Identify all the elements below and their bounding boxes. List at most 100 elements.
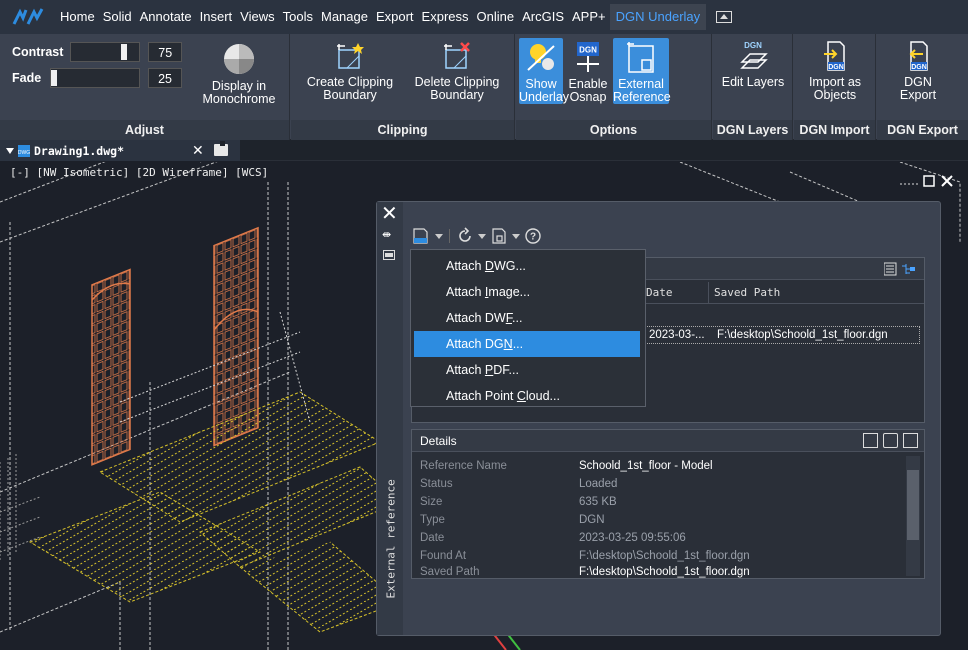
detail-row-size: Size 635 KB: [420, 496, 910, 512]
autohide-icon[interactable]: ⇼: [382, 228, 391, 241]
attach-icon[interactable]: [411, 227, 431, 245]
detail-row-date: Date 2023-03-25 09:55:06: [420, 532, 910, 548]
toolbar-separator: [449, 229, 450, 243]
edit-layers-button[interactable]: DGN Edit Layers: [719, 40, 787, 89]
viewport-controls-label[interactable]: [-] [NW Isometric] [2D Wireframe] [WCS]: [10, 166, 268, 179]
svg-text:DGN: DGN: [744, 41, 762, 50]
menu-insert[interactable]: Insert: [196, 4, 237, 30]
document-tab-bar: DWG Drawing1.dwg* ✕: [0, 140, 968, 161]
menu-attach-dgn[interactable]: Attach DGN...: [414, 331, 640, 357]
detail-key: Reference Name: [420, 460, 507, 472]
contrast-slider[interactable]: [69, 42, 141, 62]
menu-app-plus[interactable]: APP+: [568, 4, 610, 30]
shelf-elements: [0, 454, 41, 562]
import-as-objects-button[interactable]: DGN Import as Objects: [798, 40, 872, 102]
row-date: 2023-03-...: [649, 329, 705, 341]
detail-key: Found At: [420, 550, 467, 562]
svg-text:DGN: DGN: [828, 64, 844, 71]
detail-value[interactable]: Schoold_1st_floor - Model: [579, 460, 713, 472]
create-clipping-button[interactable]: Create Clipping Boundary: [297, 40, 403, 102]
dgn-import-title: DGN Import: [794, 120, 875, 140]
dgn-layers-panel: DGN Edit Layers DGN Layers: [713, 34, 793, 140]
preview-icon[interactable]: [883, 433, 898, 448]
monochrome-label: Display in Monochrome: [202, 79, 276, 106]
menu-manage[interactable]: Manage: [317, 4, 372, 30]
delete-clipping-button[interactable]: Delete Clipping Boundary: [403, 40, 511, 102]
menu-home[interactable]: Home: [56, 4, 99, 30]
menu-annotate[interactable]: Annotate: [136, 4, 196, 30]
view-toggle-icons[interactable]: [884, 262, 918, 276]
clipping-title: Clipping: [291, 120, 514, 140]
enable-osnap-label: Enable Osnap: [568, 77, 608, 104]
detail-value: F:\desktop\Schoold_1st_floor.dgn: [579, 550, 750, 562]
osnap-icon: DGN: [577, 42, 599, 72]
menu-attach-pdf[interactable]: Attach PDF...: [411, 357, 645, 383]
adjust-panel: Contrast 75 Fade 25 Display in Monochrom…: [0, 34, 290, 140]
menu-attach-point-cloud[interactable]: Attach Point Cloud...: [411, 383, 645, 409]
details-scrollbar[interactable]: [906, 456, 920, 576]
tab-menu-icon[interactable]: [6, 147, 14, 154]
adjust-title: Adjust: [0, 120, 289, 140]
viewcube-icon: [900, 175, 953, 187]
dgn-export-button[interactable]: DGN DGN Export: [887, 40, 949, 102]
details-title: Details: [420, 434, 457, 448]
menu-arcgis[interactable]: ArcGIS: [518, 4, 568, 30]
app-logo[interactable]: [0, 0, 56, 34]
palette-titlebar[interactable]: ✕ ⇼ External reference: [377, 202, 403, 635]
refresh-dropdown-icon[interactable]: [478, 233, 486, 239]
collapse-details-icon[interactable]: [903, 433, 918, 448]
menu-online[interactable]: Online: [473, 4, 519, 30]
refresh-icon[interactable]: [456, 227, 474, 245]
menu-attach-dwf[interactable]: Attach DWF...: [411, 305, 645, 331]
menu-views[interactable]: Views: [236, 4, 278, 30]
new-tab-icon[interactable]: [214, 141, 228, 156]
contrast-value[interactable]: 75: [148, 42, 182, 62]
details-list-icon[interactable]: [863, 433, 878, 448]
column-saved-path[interactable]: Saved Path: [714, 286, 780, 299]
show-underlay-button[interactable]: Show Underlay: [519, 38, 569, 104]
document-tab[interactable]: DWG Drawing1.dwg* ✕: [0, 140, 240, 161]
fade-slider[interactable]: [50, 68, 141, 88]
palette-properties-icon[interactable]: [383, 250, 395, 260]
details-scroll-thumb[interactable]: [907, 470, 919, 540]
details-panel: Details Reference Name Schoold_1st_floor…: [411, 429, 925, 579]
menu-solid[interactable]: Solid: [99, 4, 136, 30]
ribbon-minimize-icon[interactable]: [716, 11, 733, 23]
enable-osnap-button[interactable]: DGN Enable Osnap: [565, 40, 611, 104]
import-as-objects-label: Import as Objects: [808, 75, 862, 102]
menu-dgn-underlay[interactable]: DGN Underlay: [609, 4, 707, 30]
detail-key: Status: [420, 478, 453, 490]
menu-export[interactable]: Export: [372, 4, 418, 30]
detail-key: Size: [420, 496, 443, 508]
menu-label: WG...: [493, 259, 526, 273]
menu-accelerator: P: [484, 363, 494, 377]
fade-slider-thumb[interactable]: [51, 70, 58, 86]
attach-dropdown-icon[interactable]: [435, 233, 443, 239]
close-palette-icon[interactable]: ✕: [381, 204, 398, 224]
show-underlay-label: Show Underlay: [519, 77, 570, 104]
change-path-dropdown-icon[interactable]: [512, 233, 520, 239]
menu-label: Attach: [446, 363, 485, 377]
external-reference-button[interactable]: External Reference: [613, 38, 671, 104]
contrast-slider-thumb[interactable]: [120, 44, 127, 60]
dgn-layers-title: DGN Layers: [713, 120, 792, 140]
close-tab-icon[interactable]: ✕: [192, 143, 204, 157]
detail-value[interactable]: F:\desktop\Schoold_1st_floor.dgn: [579, 566, 750, 578]
monochrome-button[interactable]: Display in Monochrome: [196, 42, 282, 106]
svg-text:DWG: DWG: [18, 150, 30, 156]
detail-row-saved-path: Saved Path F:\desktop\Schoold_1st_floor.…: [420, 566, 910, 578]
menu-label: Attach: [446, 259, 485, 273]
menu-express[interactable]: Express: [418, 4, 473, 30]
ribbon: Contrast 75 Fade 25 Display in Monochrom…: [0, 34, 968, 140]
menu-attach-dwg[interactable]: Attach DWG...: [411, 253, 645, 279]
viewport-window-controls[interactable]: [900, 168, 960, 201]
help-icon[interactable]: ?: [524, 227, 542, 245]
change-path-icon[interactable]: [490, 227, 508, 245]
column-divider[interactable]: [708, 282, 709, 304]
fade-value[interactable]: 25: [148, 68, 182, 88]
menu-tools[interactable]: Tools: [279, 4, 317, 30]
menu-attach-image[interactable]: Attach Image...: [411, 279, 645, 305]
column-date[interactable]: Date: [646, 286, 673, 299]
options-title: Options: [516, 120, 711, 140]
external-reference-label: External Reference: [613, 77, 671, 104]
